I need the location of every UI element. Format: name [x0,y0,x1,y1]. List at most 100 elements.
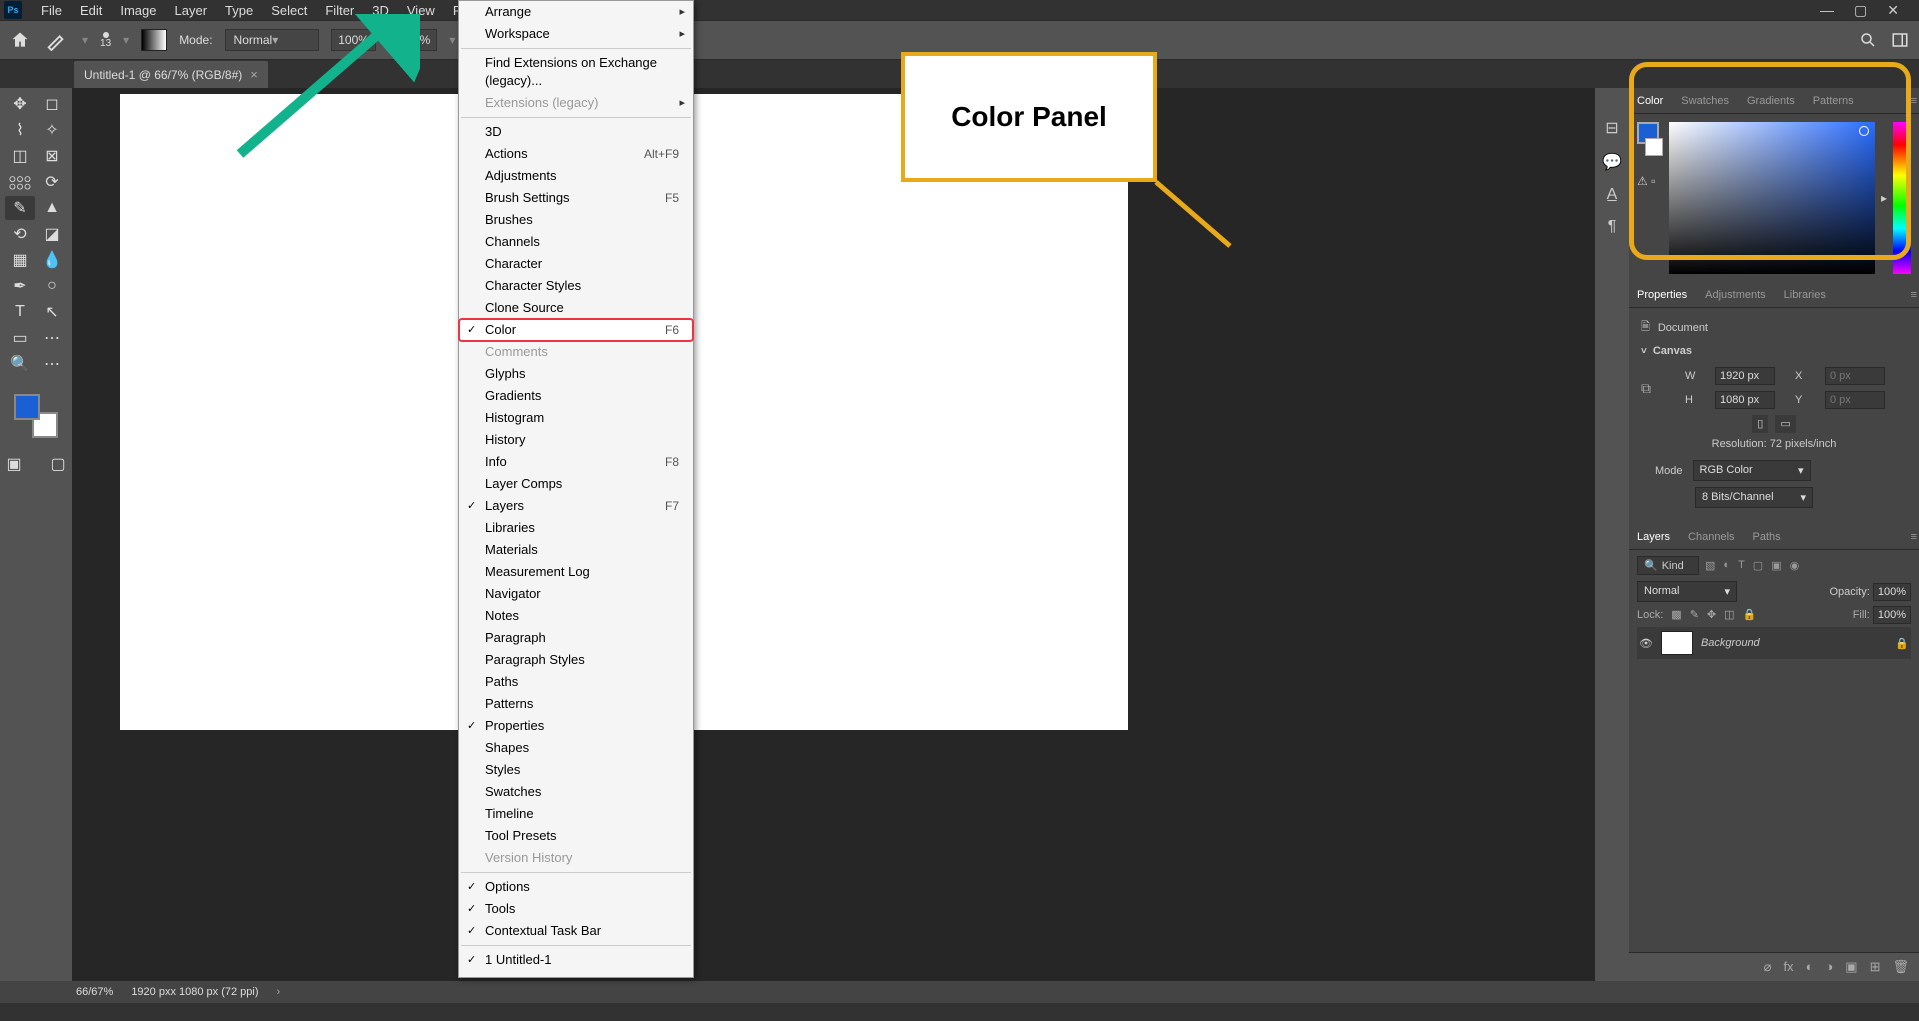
menu-item-gradients[interactable]: Gradients [459,385,693,407]
color-mode-select[interactable]: RGB Color▾ [1693,460,1811,481]
filter-shape-icon[interactable]: ▢ [1753,559,1763,572]
lock-icon[interactable]: 🔒 [1895,637,1909,650]
menu-item-properties[interactable]: Properties [459,715,693,737]
menu-item-patterns[interactable]: Patterns [459,693,693,715]
layer-name[interactable]: Background [1701,637,1760,649]
menu-item-actions[interactable]: ActionsAlt+F9 [459,143,693,165]
crop-tool[interactable]: ◫ [5,144,35,168]
blur-tool[interactable]: 💧 [37,248,67,272]
quick-mask-icon[interactable]: ▣ [0,452,29,476]
brush-tool[interactable]: ✎ [5,196,35,220]
menu-item-options[interactable]: Options [459,876,693,898]
menu-item-timeline[interactable]: Timeline [459,803,693,825]
bg-color-mini[interactable] [1645,138,1663,156]
mask-icon[interactable]: ◐ [1806,959,1814,975]
menu-item-layer-comps[interactable]: Layer Comps [459,473,693,495]
menu-item-brush-settings[interactable]: Brush SettingsF5 [459,187,693,209]
filter-pixel-icon[interactable]: ▧ [1705,559,1715,572]
healing-tool[interactable]: ⟳ [37,170,67,194]
menu-item-measurement-log[interactable]: Measurement Log [459,561,693,583]
menu-item-swatches[interactable]: Swatches [459,781,693,803]
lock-transparency-icon[interactable]: ▩ [1671,608,1681,621]
visibility-icon[interactable]: 👁 [1639,637,1653,650]
eyedropper-tool[interactable]: 𓃎 [5,170,35,194]
maximize-button[interactable]: ▢ [1854,2,1867,19]
menu-item-shapes[interactable]: Shapes [459,737,693,759]
tab-patterns[interactable]: Patterns [1811,89,1856,113]
color-swatches[interactable] [14,394,58,438]
menu-item-materials[interactable]: Materials [459,539,693,561]
link-layers-icon[interactable]: ⌀ [1764,959,1772,975]
group-icon[interactable]: ▣ [1845,959,1857,975]
pen-tool[interactable]: ✒ [5,274,35,298]
tab-layers[interactable]: Layers [1635,525,1672,549]
foreground-swatch[interactable] [14,394,40,420]
menu-item-info[interactable]: InfoF8 [459,451,693,473]
menu-item-paragraph-styles[interactable]: Paragraph Styles [459,649,693,671]
width-input[interactable]: 1920 px [1715,367,1775,385]
edit-toolbar[interactable]: ⋯ [37,352,67,376]
menu-layer[interactable]: Layer [166,0,217,21]
panel-icon[interactable]: ¶ [1608,218,1617,236]
path-select-tool[interactable]: ↖ [37,300,67,324]
panel-menu-icon[interactable]: ≡ [1909,283,1919,307]
link-icon[interactable]: ⧉ [1641,380,1651,397]
menu-item-contextual-task-bar[interactable]: Contextual Task Bar [459,920,693,942]
workspace-icon[interactable] [1891,31,1909,49]
tab-gradients[interactable]: Gradients [1745,89,1797,113]
menu-edit[interactable]: Edit [71,0,111,21]
tab-channels[interactable]: Channels [1686,525,1736,549]
move-tool[interactable]: ✥ [5,92,35,116]
tab-paths[interactable]: Paths [1751,525,1783,549]
orient-portrait[interactable]: ▯ [1752,415,1768,433]
menu-item-character-styles[interactable]: Character Styles [459,275,693,297]
close-button[interactable]: ✕ [1887,2,1899,19]
tab-color[interactable]: Color [1635,89,1665,113]
panel-menu-icon[interactable]: ≡ [1909,525,1919,549]
panel-icon[interactable]: 💬 [1602,152,1622,172]
menu-file[interactable]: File [32,0,71,21]
orient-landscape[interactable]: ▭ [1775,415,1795,433]
menu-image[interactable]: Image [111,0,165,21]
clone-stamp-tool[interactable]: ▲ [37,196,67,220]
filter-adjust-icon[interactable]: ◐ [1723,559,1730,572]
eraser-tool[interactable]: ◪ [37,222,67,246]
hue-slider[interactable] [1893,122,1911,274]
layer-filter-select[interactable]: 🔍 Kind [1637,556,1699,575]
canvas-section-head[interactable]: Canvas [1641,345,1907,357]
panel-icon[interactable]: ⊟ [1605,118,1618,138]
menu-item-paths[interactable]: Paths [459,671,693,693]
layer-opacity[interactable]: 100% [1873,583,1911,601]
menu-item-find-extensions-on-exchange-legacy-[interactable]: Find Extensions on Exchange (legacy)... [459,52,693,92]
filter-toggle[interactable]: ◉ [1790,559,1800,572]
shape-tool[interactable]: ▭ [5,326,35,350]
magic-wand-tool[interactable]: ✧ [37,118,67,142]
menu-item-glyphs[interactable]: Glyphs [459,363,693,385]
menu-item-3d[interactable]: 3D [459,121,693,143]
menu-item-tool-presets[interactable]: Tool Presets [459,825,693,847]
menu-item-clone-source[interactable]: Clone Source [459,297,693,319]
menu-item-arrange[interactable]: Arrange [459,1,693,23]
tab-swatches[interactable]: Swatches [1679,89,1731,113]
menu-item-1-untitled-1[interactable]: 1 Untitled-1 [459,949,693,971]
new-layer-icon[interactable]: ⊞ [1870,959,1881,975]
fx-icon[interactable]: fx [1783,959,1793,975]
menu-item-tools[interactable]: Tools [459,898,693,920]
lock-paint-icon[interactable]: ✎ [1690,608,1699,621]
height-input[interactable]: 1080 px [1715,391,1775,409]
menu-item-notes[interactable]: Notes [459,605,693,627]
layer-row[interactable]: 👁 Background 🔒 [1637,627,1911,659]
adjustment-icon[interactable]: ◑ [1825,959,1833,975]
menu-item-history[interactable]: History [459,429,693,451]
lock-all-icon[interactable]: 🔒 [1743,608,1757,621]
tool-preset-icon[interactable] [42,28,70,52]
gradient-tool[interactable]: ▦ [5,248,35,272]
color-spectrum[interactable] [1669,122,1875,274]
filter-type-icon[interactable]: T [1738,559,1745,572]
brush-size[interactable]: 13 [100,32,111,49]
menu-item-workspace[interactable]: Workspace [459,23,693,45]
history-brush-tool[interactable]: ⟲ [5,222,35,246]
search-icon[interactable] [1859,31,1877,49]
menu-item-styles[interactable]: Styles [459,759,693,781]
layer-fill[interactable]: 100% [1873,606,1911,624]
